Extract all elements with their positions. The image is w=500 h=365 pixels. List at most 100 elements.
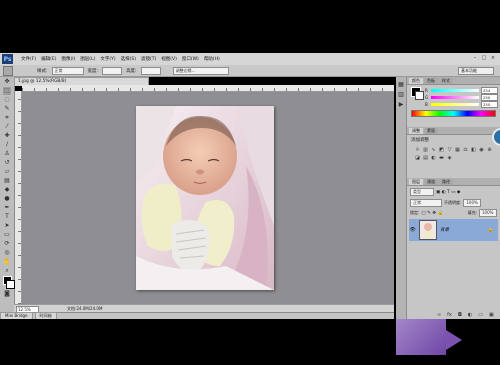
menu-select[interactable]: 选择(S) [121,56,136,62]
layer-row-background[interactable]: 👁 背景 🔒 [409,219,498,241]
menu-help[interactable]: 帮助(H) [204,56,220,62]
opacity-input[interactable]: 100% [463,199,482,207]
lock-label: 锁定: [410,210,420,215]
blur-tool-icon[interactable]: ◆ [3,186,11,194]
black-white-icon[interactable]: ◧ [471,148,476,153]
selective-color-icon[interactable]: ◈ [447,156,452,161]
adjustment-layer-icon[interactable]: ◐ [468,312,472,318]
layer-kind-filter[interactable]: 类型 [410,188,434,196]
pen-tool-icon[interactable]: ✒ [3,204,11,212]
levels-icon[interactable]: ▥ [423,148,428,153]
vibrance-icon[interactable]: ▽ [447,148,452,153]
menu-window[interactable]: 窗口(W) [182,56,199,62]
actions-panel-icon[interactable]: ▶ [398,101,404,108]
options-bar: 样式: 正常 宽度: 高度: 调整边缘... 基本功能 [0,65,500,77]
gradient-map-icon[interactable]: ▬ [439,156,444,161]
posterize-icon[interactable]: ▤ [423,156,428,161]
color-spectrum-bar[interactable] [411,110,496,117]
hue-saturation-icon[interactable]: ▦ [455,148,460,153]
workspace-select[interactable]: 基本功能 [458,67,494,75]
minimize-button[interactable]: – [472,55,478,61]
move-tool-icon[interactable]: ✥ [3,78,11,86]
close-button[interactable]: × [490,55,496,61]
tab-masks[interactable]: 蒙版 [424,128,438,134]
slider-g[interactable] [431,96,479,99]
refine-edge-button[interactable]: 调整边缘... [172,66,229,75]
exposure-icon[interactable]: ◩ [439,148,444,153]
tab-paths[interactable]: 路径 [439,179,453,185]
tab-layers[interactable]: 图层 [409,179,423,185]
marquee-tool-preset-icon[interactable] [3,65,13,76]
new-group-icon[interactable]: ▭ [478,312,483,318]
document-image[interactable] [136,106,274,290]
visibility-eye-icon[interactable]: 👁 [409,227,416,233]
tab-color[interactable]: 颜色 [409,78,423,84]
photo-filter-icon[interactable]: ◉ [479,148,484,153]
value-b[interactable]: 250 [481,101,498,108]
history-panel-icon[interactable]: ▦ [398,81,404,88]
slider-label-r: R [425,88,428,93]
eraser-tool-icon[interactable]: ▱ [3,168,11,176]
brush-tool-icon[interactable]: ∕ [3,141,11,149]
menu-view[interactable]: 视图(V) [161,56,177,62]
quick-select-tool-icon[interactable]: ✎ [3,105,11,113]
menu-layer[interactable]: 图层(L) [80,56,95,62]
dodge-tool-icon[interactable]: ● [3,195,11,203]
tab-swatches[interactable]: 色板 [424,78,438,84]
fill-input[interactable]: 100% [479,209,497,217]
path-select-tool-icon[interactable]: ➤ [3,222,11,230]
healing-tool-icon[interactable]: ✚ [3,132,11,140]
add-mask-icon[interactable]: ◘ [458,312,462,318]
background-color-swatch[interactable] [6,280,15,289]
quick-mask-icon[interactable]: ◙ [3,290,11,298]
color-balance-icon[interactable]: ⚖ [463,148,468,153]
blend-mode-select[interactable]: 正常 [410,199,442,207]
menu-edit[interactable]: 编辑(E) [41,56,56,62]
value-r[interactable]: 254 [481,87,498,94]
color-panel-background[interactable] [415,91,424,100]
lasso-tool-icon[interactable]: ◌ [3,96,11,104]
maximize-button[interactable]: □ [481,55,487,61]
zoom-tool-icon[interactable]: ⌕ [3,267,11,275]
menu-file[interactable]: 文件(F) [21,56,36,62]
color-swatches[interactable] [0,275,15,289]
brightness-icon[interactable]: ☼ [415,148,420,153]
curves-icon[interactable]: ∿ [431,148,436,153]
threshold-icon[interactable]: ◐ [431,156,436,161]
hand-tool-icon[interactable]: ✋ [3,258,11,266]
filter-icons[interactable]: ▣ ◐ T ▭ ◆ [436,190,460,195]
style-select[interactable]: 正常 [51,66,84,75]
layer-name[interactable]: 背景 [440,227,485,233]
tab-channels[interactable]: 通道 [424,179,438,185]
clone-stamp-tool-icon[interactable]: ♙ [3,150,11,158]
panel-icon-strip: ▦ ▥ ▶ [396,77,407,319]
tab-adjustments[interactable]: 调整 [409,128,423,134]
menu-filter[interactable]: 滤镜(T) [141,56,156,62]
properties-panel-icon[interactable]: ▥ [398,91,404,98]
channel-mixer-icon[interactable]: ⊕ [487,148,492,153]
shape-tool-icon[interactable]: ▭ [3,231,11,239]
layer-style-icon[interactable]: fx [447,312,452,318]
value-g[interactable]: 250 [481,94,498,101]
height-input[interactable] [140,66,161,75]
menu-image[interactable]: 图像(I) [61,56,75,62]
3d-rotate-tool-icon[interactable]: ⟳ [3,240,11,248]
width-input[interactable] [102,66,123,75]
slider-b[interactable] [431,103,479,106]
3d-camera-tool-icon[interactable]: ◎ [3,249,11,257]
gradient-tool-icon[interactable]: ▤ [3,177,11,185]
link-layers-icon[interactable]: ∞ [437,312,441,318]
marquee-tool-icon[interactable]: ⬚ [3,87,11,95]
new-layer-icon[interactable]: ▣ [489,312,494,318]
menu-type[interactable]: 文字(Y) [100,56,115,62]
crop-tool-icon[interactable]: ⌗ [3,114,11,122]
type-tool-icon[interactable]: T [3,213,11,221]
canvas-area[interactable] [22,92,394,304]
history-brush-tool-icon[interactable]: ↺ [3,159,11,167]
eyedropper-tool-icon[interactable]: ⁄ [3,123,11,131]
invert-icon[interactable]: ◪ [415,156,420,161]
tab-styles[interactable]: 样式 [439,78,453,84]
lock-icons[interactable]: ▢ ✎ ✥ 🔒 [421,211,443,216]
adjustments-panel: 调整 蒙版 添加调整 ☼ ▥ ∿ ◩ ▽ ▦ ⚖ ◧ ◉ ⊕ ◪ ▤ ◐ ▬ ◈ [407,127,500,175]
slider-r[interactable] [431,89,479,92]
